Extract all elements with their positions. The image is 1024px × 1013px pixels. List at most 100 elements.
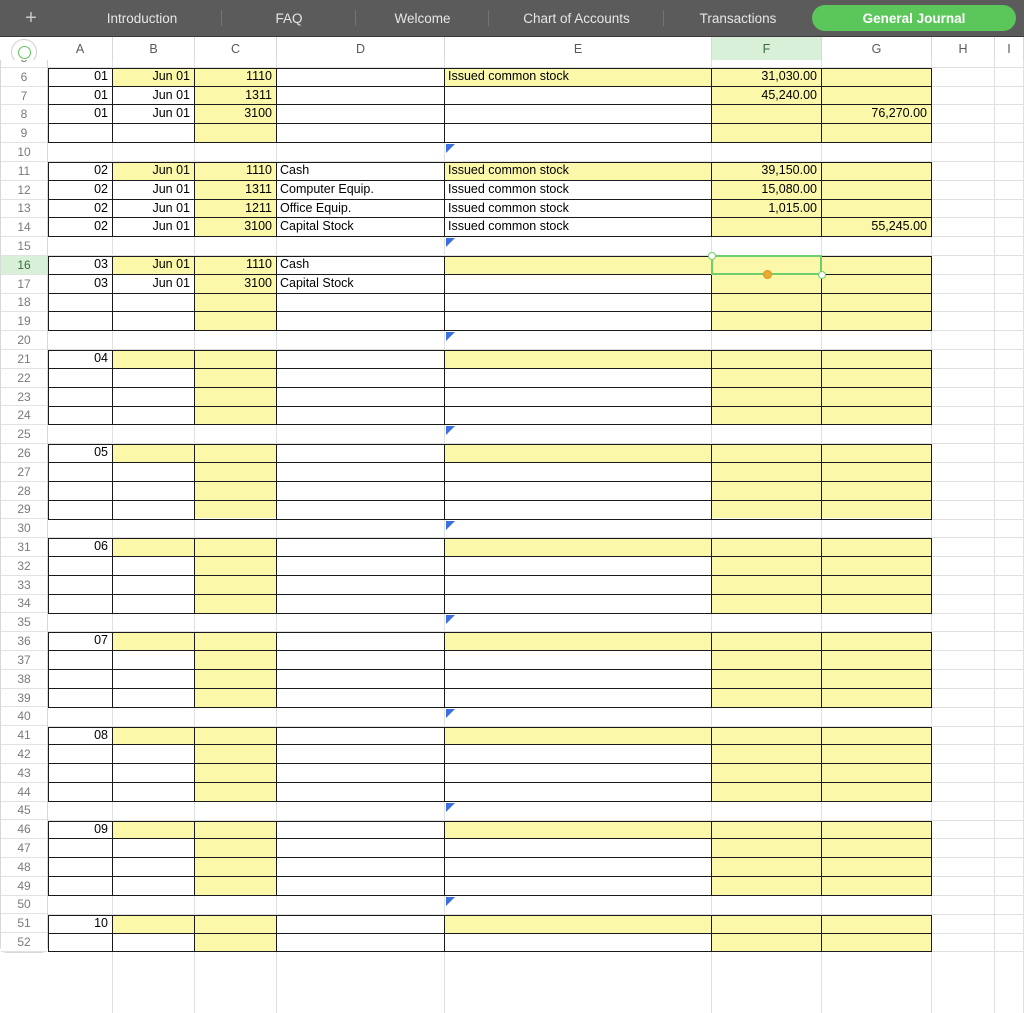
row-header-35[interactable]: 35 xyxy=(1,613,47,633)
row-header-12[interactable]: 12 xyxy=(1,180,47,200)
row-header-5[interactable]: 5 xyxy=(1,60,47,68)
row-header-9[interactable]: 9 xyxy=(1,124,47,144)
column-header-H[interactable]: H xyxy=(932,37,995,60)
cell-C14[interactable]: 3100 xyxy=(195,219,275,236)
add-sheet-button[interactable]: + xyxy=(0,0,62,37)
row-header-15[interactable]: 15 xyxy=(1,237,47,256)
cell-G8[interactable]: 76,270.00 xyxy=(822,106,930,123)
row-header-42[interactable]: 42 xyxy=(1,745,47,764)
row-header-20[interactable]: 20 xyxy=(1,331,47,350)
sheet-tab-chart-of-accounts[interactable]: Chart of Accounts xyxy=(488,5,664,31)
row-header-33[interactable]: 33 xyxy=(1,575,47,595)
cell-E13[interactable]: Issued common stock xyxy=(445,201,710,218)
cell-C17[interactable]: 3100 xyxy=(195,276,275,293)
row-header-17[interactable]: 17 xyxy=(1,274,47,294)
row-header-29[interactable]: 29 xyxy=(1,500,47,520)
column-header-G[interactable]: G xyxy=(822,37,932,60)
cell-E11[interactable]: Issued common stock xyxy=(445,163,710,180)
cell-A13[interactable]: 02 xyxy=(48,201,111,218)
cell-grid[interactable]: 01 Jun 01 1110 Issued common stock 31,030.00… xyxy=(48,60,1024,1013)
cell-F6[interactable]: 31,030.00 xyxy=(712,69,820,86)
cell-A11[interactable]: 02 xyxy=(48,163,111,180)
select-all-corner[interactable] xyxy=(0,37,48,65)
cell-B7[interactable]: Jun 01 xyxy=(113,88,193,105)
row-header-18[interactable]: 18 xyxy=(1,293,47,313)
row-header-38[interactable]: 38 xyxy=(1,669,47,689)
cell-E12[interactable]: Issued common stock xyxy=(445,182,710,199)
row-header-30[interactable]: 30 xyxy=(1,519,47,539)
row-header-41[interactable]: 41 xyxy=(1,726,47,746)
cell-D17[interactable]: Capital Stock xyxy=(277,276,443,293)
cell-C12[interactable]: 1311 xyxy=(195,182,275,199)
cell-C6[interactable]: 1110 xyxy=(195,69,275,86)
cell-A7[interactable]: 01 xyxy=(48,88,111,105)
row-header-46[interactable]: 46 xyxy=(1,820,47,840)
row-header-49[interactable]: 49 xyxy=(1,876,47,896)
cell-B16[interactable]: Jun 01 xyxy=(113,257,193,274)
row-header-13[interactable]: 13 xyxy=(1,199,47,219)
cell-A46[interactable]: 09 xyxy=(48,822,111,839)
row-header-27[interactable]: 27 xyxy=(1,462,47,482)
row-header-6[interactable]: 6 xyxy=(1,67,47,87)
cell-A16[interactable]: 03 xyxy=(48,257,111,274)
row-header-36[interactable]: 36 xyxy=(1,632,47,651)
row-header-43[interactable]: 43 xyxy=(1,763,47,783)
row-header-16[interactable]: 16 xyxy=(1,255,47,275)
cell-C7[interactable]: 1311 xyxy=(195,88,275,105)
row-header-23[interactable]: 23 xyxy=(1,387,47,407)
row-header-47[interactable]: 47 xyxy=(1,839,47,858)
row-header-50[interactable]: 50 xyxy=(1,895,47,915)
selection-resize-handle-bottom-right[interactable] xyxy=(818,270,826,279)
row-header-32[interactable]: 32 xyxy=(1,556,47,576)
sheet-tab-welcome[interactable]: Welcome xyxy=(355,5,489,31)
column-header-E[interactable]: E xyxy=(445,37,712,60)
row-header-28[interactable]: 28 xyxy=(1,481,47,501)
cell-B14[interactable]: Jun 01 xyxy=(113,219,193,236)
column-header-C[interactable]: C xyxy=(195,37,277,60)
cell-F11[interactable]: 39,150.00 xyxy=(712,163,820,180)
cell-C11[interactable]: 1110 xyxy=(195,163,275,180)
cell-B6[interactable]: Jun 01 xyxy=(113,69,193,86)
row-header-45[interactable]: 45 xyxy=(1,801,47,821)
cell-A51[interactable]: 10 xyxy=(48,916,111,933)
cell-D11[interactable]: Cash xyxy=(277,163,443,180)
cell-A21[interactable]: 04 xyxy=(48,351,111,368)
fill-handle[interactable] xyxy=(762,270,772,280)
row-header-21[interactable]: 21 xyxy=(1,350,47,369)
row-header-34[interactable]: 34 xyxy=(1,594,47,614)
cell-B13[interactable]: Jun 01 xyxy=(113,201,193,218)
cell-A12[interactable]: 02 xyxy=(48,182,111,199)
sheet-tab-general-journal[interactable]: General Journal xyxy=(812,5,1016,31)
cell-A6[interactable]: 01 xyxy=(48,69,111,86)
row-header-39[interactable]: 39 xyxy=(1,688,47,708)
row-header-44[interactable]: 44 xyxy=(1,782,47,802)
row-header-24[interactable]: 24 xyxy=(1,406,47,426)
cell-A17[interactable]: 03 xyxy=(48,276,111,293)
row-header-14[interactable]: 14 xyxy=(1,218,47,238)
cell-B12[interactable]: Jun 01 xyxy=(113,182,193,199)
cell-E14[interactable]: Issued common stock xyxy=(445,219,710,236)
cell-C13[interactable]: 1211 xyxy=(195,201,275,218)
row-header-11[interactable]: 11 xyxy=(1,161,47,181)
cell-E6[interactable]: Issued common stock xyxy=(445,69,710,86)
row-header-25[interactable]: 25 xyxy=(1,425,47,445)
cell-D16[interactable]: Cash xyxy=(277,257,443,274)
column-header-F[interactable]: F xyxy=(712,37,822,60)
row-header-8[interactable]: 8 xyxy=(1,105,47,125)
cell-A41[interactable]: 08 xyxy=(48,728,111,745)
cell-F12[interactable]: 15,080.00 xyxy=(712,182,820,199)
cell-C16[interactable]: 1110 xyxy=(195,257,275,274)
sheet-tab-faq[interactable]: FAQ xyxy=(221,5,356,31)
row-header-26[interactable]: 26 xyxy=(1,444,47,463)
row-header-7[interactable]: 7 xyxy=(1,86,47,106)
row-header-51[interactable]: 51 xyxy=(1,914,47,934)
cell-D12[interactable]: Computer Equip. xyxy=(277,182,443,199)
sheet-tab-transactions[interactable]: Transactions xyxy=(663,5,812,31)
sheet-tab-introduction[interactable]: Introduction xyxy=(62,5,222,31)
cell-D13[interactable]: Office Equip. xyxy=(277,201,443,218)
cell-A14[interactable]: 02 xyxy=(48,219,111,236)
row-header-22[interactable]: 22 xyxy=(1,368,47,388)
cell-A26[interactable]: 05 xyxy=(48,445,111,462)
row-header-10[interactable]: 10 xyxy=(1,143,47,162)
cell-B11[interactable]: Jun 01 xyxy=(113,163,193,180)
